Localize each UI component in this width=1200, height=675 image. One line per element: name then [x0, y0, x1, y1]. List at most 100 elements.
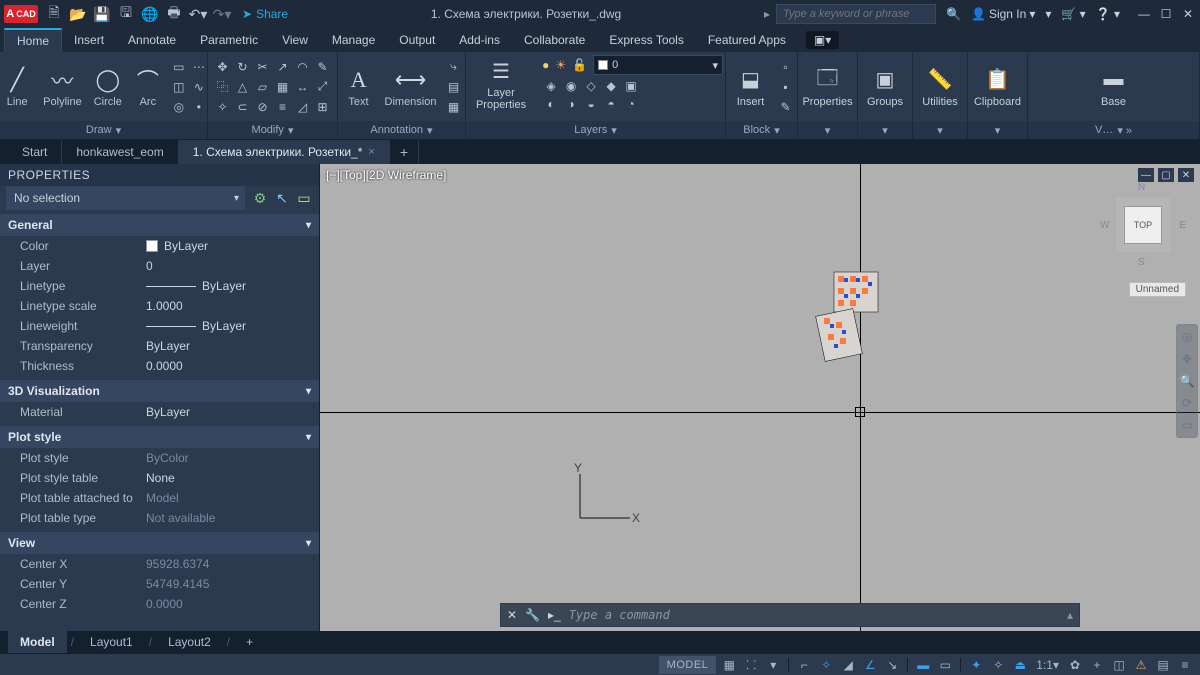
menu-home[interactable]: Home [4, 28, 62, 52]
mod-erase-icon[interactable]: ✎ [314, 58, 332, 76]
qat-new-icon[interactable]: 🗎 [44, 4, 64, 24]
status-snap-icon[interactable]: ⸬ [742, 656, 760, 674]
status-scale[interactable]: 1:1 ▾ [1033, 656, 1062, 674]
menu-extra-icon[interactable]: ▣▾ [806, 31, 839, 49]
nav-zoom-icon[interactable]: 🔍 [1179, 373, 1195, 389]
layout-1[interactable]: Layout1 [78, 631, 145, 653]
lay-i1[interactable]: ◈ [542, 78, 560, 94]
prop-thickness[interactable]: Thickness0.0000 [0, 356, 319, 376]
tab-add[interactable]: + [390, 140, 419, 164]
search-box[interactable] [776, 4, 936, 24]
prop-material[interactable]: MaterialByLayer [0, 402, 319, 422]
status-infer-icon[interactable]: ▾ [764, 656, 782, 674]
mod-copy-icon[interactable]: ⿻ [214, 78, 232, 96]
mod-array-icon[interactable]: ▦ [274, 78, 292, 96]
prop-plot-style-table[interactable]: Plot style tableNone [0, 468, 319, 488]
prop-lineweight[interactable]: LineweightByLayer [0, 316, 319, 336]
drawing-canvas[interactable]: [−][Top][2D Wireframe] — ▢ ✕ XY N W E S … [320, 164, 1200, 631]
prop-plot-style[interactable]: Plot styleByColor [0, 448, 319, 468]
panel-view[interactable]: V… ▾ » [1028, 121, 1199, 139]
prop-transparency[interactable]: TransparencyByLayer [0, 336, 319, 356]
mod-mirror-icon[interactable]: △ [234, 78, 252, 96]
ann-table-icon[interactable]: ▤ [444, 78, 462, 96]
lay-i2[interactable]: ◉ [562, 78, 580, 94]
prop-center-x[interactable]: Center X95928.6374 [0, 554, 319, 574]
tool-utilities[interactable]: 📏Utilities [914, 64, 965, 110]
tool-insert[interactable]: ⬓Insert [729, 64, 773, 110]
qat-undo-icon[interactable]: ↶▾ [188, 4, 208, 24]
prop-linetype[interactable]: LinetypeByLayer [0, 276, 319, 296]
panel-properties-d[interactable]: ▾ [798, 121, 857, 139]
vp-close-icon[interactable]: ✕ [1178, 168, 1194, 182]
tool-base[interactable]: ▬Base [1092, 64, 1136, 110]
status-ortho-icon[interactable]: ⌐ [795, 656, 813, 674]
blk-i1[interactable]: ▫ [777, 58, 795, 76]
mod-align-icon[interactable]: ≡ [274, 98, 292, 116]
cart-icon[interactable]: 🛒 ▾ [1061, 7, 1085, 21]
menu-collaborate[interactable]: Collaborate [512, 28, 597, 52]
prop-layer[interactable]: Layer0 [0, 256, 319, 276]
close-icon[interactable]: ✕ [1180, 6, 1196, 22]
menu-insert[interactable]: Insert [62, 28, 116, 52]
menu-featured[interactable]: Featured Apps [696, 28, 798, 52]
layout-2[interactable]: Layout2 [156, 631, 223, 653]
lay-i5[interactable]: ▣ [622, 78, 640, 94]
tool-text[interactable]: AText [341, 64, 377, 110]
draw-point-icon[interactable]: • [190, 98, 208, 116]
search-icon[interactable]: 🔍 [946, 7, 961, 21]
visual-style-badge[interactable]: Unnamed [1129, 282, 1186, 297]
panel-layers[interactable]: Layers ▾ [466, 121, 725, 139]
tool-properties[interactable]: 🗔Properties [794, 64, 860, 110]
app-logo[interactable]: CAD [4, 5, 38, 23]
help-icon[interactable]: ❔ ▾ [1096, 7, 1120, 21]
status-grid-icon[interactable]: ▦ [720, 656, 738, 674]
tool-layer-props[interactable]: ☰Layer Properties [468, 55, 534, 113]
mod-break-icon[interactable]: ⊘ [254, 98, 272, 116]
status-warn-icon[interactable]: ⚠ [1132, 656, 1150, 674]
lay-i3[interactable]: ◇ [582, 78, 600, 94]
draw-ellipse-icon[interactable]: ◎ [170, 98, 188, 116]
nav-pan-icon[interactable]: ✥ [1179, 351, 1195, 367]
panel-modify[interactable]: Modify ▾ [208, 121, 337, 139]
minimize-icon[interactable]: — [1136, 6, 1152, 22]
status-model[interactable]: MODEL [659, 656, 717, 674]
status-qp-icon[interactable]: ✦ [967, 656, 985, 674]
mod-rotate-icon[interactable]: ↻ [234, 58, 252, 76]
mod-scale-icon[interactable]: ⤢ [314, 78, 332, 96]
viewport-label[interactable]: [−][Top][2D Wireframe] [326, 168, 446, 182]
layer-bulb-icon[interactable]: ● [542, 58, 549, 72]
nav-wheel-icon[interactable]: ◎ [1179, 329, 1195, 345]
qat-save-icon[interactable]: 💾 [92, 4, 112, 24]
mod-join-icon[interactable]: ⊂ [234, 98, 252, 116]
tab-file1[interactable]: honkawest_eom [62, 140, 178, 164]
cmd-custom-icon[interactable]: 🔧 [525, 608, 540, 622]
draw-spline-icon[interactable]: ∿ [190, 78, 208, 96]
blk-i3[interactable]: ✎ [777, 98, 795, 116]
viewcube-top[interactable]: TOP [1124, 206, 1162, 244]
mod-stretch-icon[interactable]: ↔ [294, 78, 312, 96]
pick-add-icon[interactable]: ↖ [273, 189, 291, 207]
mod-move-icon[interactable]: ✥ [214, 58, 232, 76]
mod-fillet-icon[interactable]: ◠ [294, 58, 312, 76]
panel-annotation[interactable]: Annotation ▾ [338, 121, 465, 139]
status-gear-icon[interactable]: ✿ [1066, 656, 1084, 674]
ann-leader-icon[interactable]: ⤷ [444, 58, 462, 76]
vp-min-icon[interactable]: — [1138, 168, 1154, 182]
draw-rect-icon[interactable]: ▭ [170, 58, 188, 76]
status-ann-icon[interactable]: ⏏ [1011, 656, 1029, 674]
menu-view[interactable]: View [270, 28, 320, 52]
menu-express[interactable]: Express Tools [597, 28, 695, 52]
mod-extend-icon[interactable]: ↗ [274, 58, 292, 76]
viewcube[interactable]: N W E S TOP [1100, 182, 1186, 268]
tool-dimension[interactable]: ⟷Dimension [381, 64, 441, 110]
lay-i6[interactable]: ◐ [542, 96, 560, 112]
status-polar-icon[interactable]: ✧ [817, 656, 835, 674]
status-osnap-icon[interactable]: ∠ [861, 656, 879, 674]
sign-in-button[interactable]: 👤 Sign In ▾ [971, 7, 1035, 21]
tool-arc[interactable]: ⌒Arc [130, 64, 166, 110]
lay-i7[interactable]: ◑ [562, 96, 580, 112]
layer-freeze-icon[interactable]: ☀ [555, 58, 566, 72]
prop-color[interactable]: ColorByLayer [0, 236, 319, 256]
status-iso-icon[interactable]: ◢ [839, 656, 857, 674]
vp-max-icon[interactable]: ▢ [1158, 168, 1174, 182]
